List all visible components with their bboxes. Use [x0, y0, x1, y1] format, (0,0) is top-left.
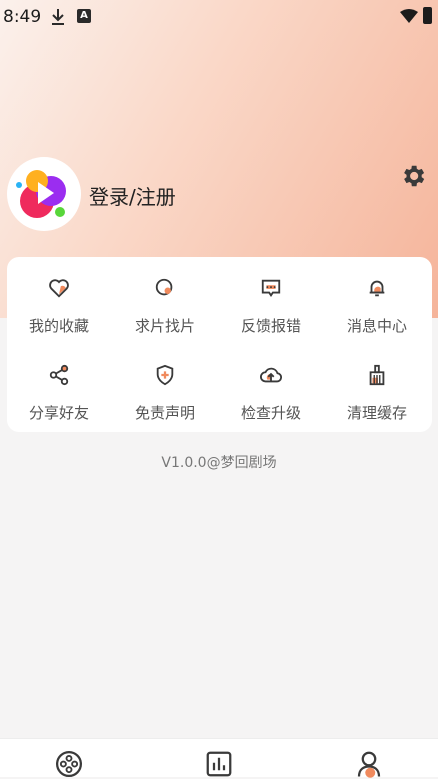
avatar[interactable] [7, 157, 81, 231]
status-bar: 8:49 A [0, 0, 438, 34]
menu-item-label: 反馈报错 [240, 317, 301, 335]
menu-item-share[interactable]: 分享好友 [9, 358, 109, 438]
broom-icon [369, 364, 385, 386]
share-icon [49, 364, 69, 386]
menu-item-feedback[interactable]: 反馈报错 [221, 271, 321, 351]
version-text: V1.0.0@梦回剧场 [161, 455, 277, 471]
wifi-icon [400, 9, 418, 23]
profile-icon[interactable] [354, 749, 384, 779]
menu-item-label: 检查升级 [240, 404, 301, 422]
bottom-navigation [0, 738, 438, 779]
menu-item-check-update[interactable]: 检查升级 [221, 358, 321, 438]
menu-item-label: 清理缓存 [346, 404, 407, 422]
menu-item-label: 免责声明 [134, 404, 195, 422]
gear-icon[interactable] [399, 162, 427, 190]
feedback-icon [261, 279, 281, 297]
menu-item-messages[interactable]: 消息中心 [327, 271, 427, 351]
menu-item-request-film[interactable]: 求片找片 [115, 271, 215, 351]
cloud-upload-icon [260, 367, 282, 383]
status-time: 8:49 [3, 7, 42, 27]
app-logo-icon [16, 170, 66, 218]
menu-item-label: 我的收藏 [28, 317, 89, 335]
chart-icon[interactable] [204, 749, 234, 779]
heart-icon [49, 279, 69, 298]
menu-item-label: 分享好友 [28, 404, 89, 422]
menu-item-clear-cache[interactable]: 清理缓存 [327, 358, 427, 438]
battery-icon [423, 7, 432, 24]
feature-menu-card: 我的收藏 求片找片 反馈报错 消息中心 分享好友 免责声明 检查升级 清理缓存 [7, 257, 432, 432]
search-film-icon [155, 278, 173, 296]
bell-icon [369, 280, 385, 297]
menu-item-disclaimer[interactable]: 免责声明 [115, 358, 215, 438]
film-reel-icon[interactable] [54, 749, 84, 779]
menu-item-favorites[interactable]: 我的收藏 [9, 271, 109, 351]
shield-icon [156, 364, 174, 386]
download-icon [52, 9, 64, 25]
a-notification-icon: A [77, 9, 91, 23]
menu-item-label: 求片找片 [134, 317, 195, 335]
menu-item-label: 消息中心 [346, 317, 407, 335]
login-register-link[interactable]: 登录/注册 [89, 181, 176, 210]
